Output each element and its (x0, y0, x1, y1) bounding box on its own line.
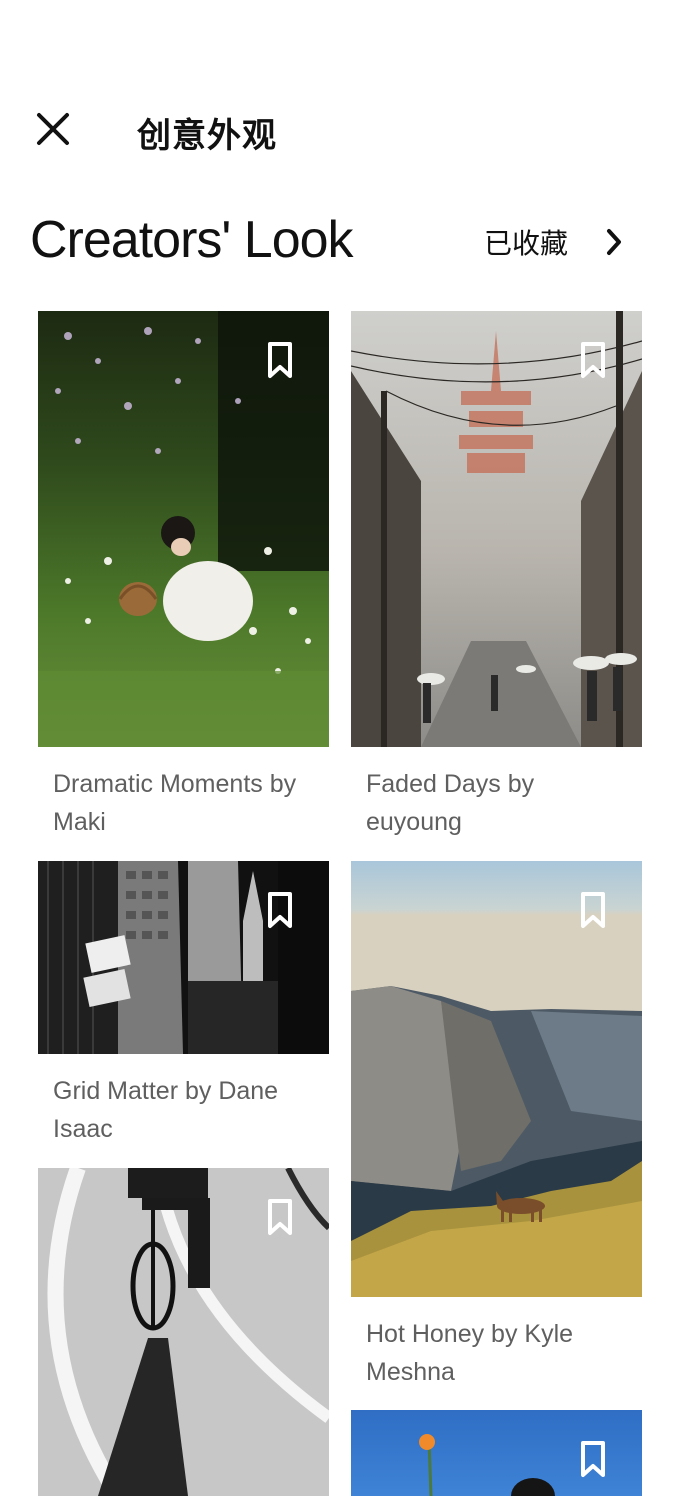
chevron-right-icon (604, 227, 626, 257)
card-caption: Dramatic Moments by Maki (53, 770, 297, 836)
card-caption: Hot Honey by Kyle Meshna (366, 1320, 574, 1386)
look-card[interactable]: Dramatic Moments by Maki (38, 311, 329, 841)
card-image (351, 861, 642, 1297)
look-card[interactable]: Faded Days by euyoung (351, 311, 642, 841)
card-image (351, 311, 642, 747)
card-caption: Faded Days by euyoung (366, 770, 535, 836)
bookmark-icon[interactable] (580, 891, 606, 929)
bookmark-icon[interactable] (580, 1440, 606, 1478)
look-card[interactable] (351, 1410, 642, 1496)
card-image (38, 861, 329, 1054)
look-card[interactable]: Hot Honey by Kyle Meshna (351, 861, 642, 1391)
card-image (351, 1410, 642, 1496)
look-card[interactable]: Grid Matter by Dane Isaac (38, 861, 329, 1148)
close-button[interactable] (30, 106, 76, 152)
look-card[interactable] (38, 1168, 329, 1496)
bookmark-icon[interactable] (267, 341, 293, 379)
saved-link[interactable]: 已收藏 (484, 222, 626, 262)
top-bar: 创意外观 (0, 0, 680, 170)
section-heading: Creators' Look (30, 211, 354, 269)
page-title: 创意外观 (137, 116, 277, 156)
card-image (38, 1168, 329, 1496)
bookmark-icon[interactable] (267, 891, 293, 929)
card-caption: Grid Matter by Dane Isaac (53, 1077, 279, 1143)
bookmark-icon[interactable] (267, 1198, 293, 1236)
card-image (38, 311, 329, 747)
saved-label: 已收藏 (484, 227, 569, 260)
bookmark-icon[interactable] (580, 341, 606, 379)
close-icon (37, 113, 69, 145)
